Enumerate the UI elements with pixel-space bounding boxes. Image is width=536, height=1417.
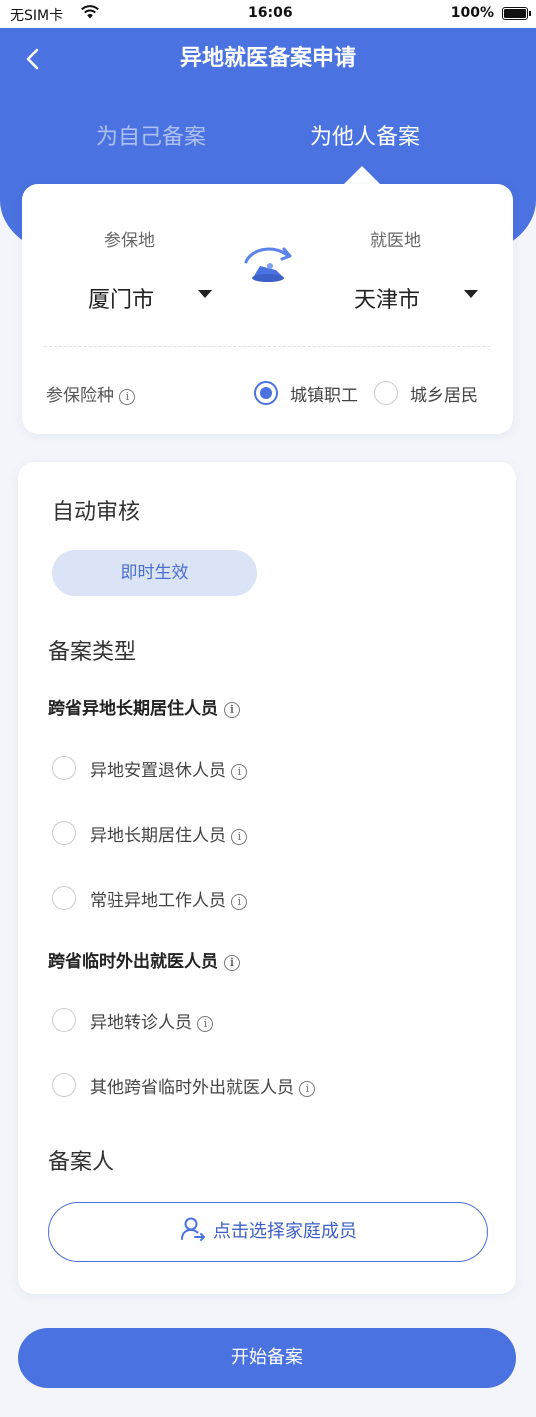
group-title-temporary: 跨省临时外出就医人员 i (48, 947, 240, 972)
select-family-member-button[interactable]: 点击选择家庭成员 (48, 1202, 488, 1262)
treatment-place-label: 就医地 (370, 231, 421, 251)
caret-down-icon[interactable] (198, 290, 212, 298)
option-referral-patients[interactable]: 异地转诊人员 i (90, 1008, 214, 1033)
info-icon[interactable]: i (197, 1016, 214, 1032)
info-icon[interactable]: i (299, 1081, 316, 1097)
filer-title: 备案人 (48, 1150, 115, 1175)
radio-urban-employee[interactable] (254, 381, 278, 405)
filing-type-title: 备案类型 (48, 640, 137, 665)
person-add-icon (181, 1217, 205, 1241)
page-title: 异地就医备案申请 (179, 46, 356, 71)
option-resettled-retirees[interactable]: 异地安置退休人员 i (90, 756, 248, 781)
radio-option[interactable] (52, 1008, 76, 1032)
urban-rural-resident-label[interactable]: 城乡居民 (410, 381, 478, 406)
option-resident-workers[interactable]: 常驻异地工作人员 i (90, 886, 248, 911)
auto-review-title: 自动审核 (52, 500, 141, 525)
option-long-term-residents[interactable]: 异地长期居住人员 i (90, 821, 248, 846)
radio-urban-rural-resident[interactable] (374, 381, 398, 405)
active-tab-pointer (342, 166, 382, 186)
urban-employee-label[interactable]: 城镇职工 (290, 381, 358, 406)
wifi-icon (81, 5, 99, 19)
radio-option[interactable] (52, 756, 76, 780)
status-bar: 无SIM卡 16:06 100% (0, 0, 536, 28)
radio-option[interactable] (52, 821, 76, 845)
battery-icon (502, 7, 531, 20)
treatment-place-select[interactable]: 天津市 (354, 282, 420, 314)
instant-effect-badge: 即时生效 (52, 550, 257, 596)
battery-percent: 100% (450, 5, 494, 21)
info-icon[interactable]: i (231, 764, 248, 780)
option-other-temporary[interactable]: 其他跨省临时外出就医人员 i (90, 1073, 316, 1098)
info-icon[interactable]: i (231, 829, 248, 845)
insured-place-select[interactable]: 厦门市 (88, 282, 154, 314)
info-icon[interactable]: i (223, 955, 240, 971)
radio-option[interactable] (52, 886, 76, 910)
info-icon[interactable]: i (223, 702, 240, 718)
group-title-long-term: 跨省异地长期居住人员 i (48, 694, 240, 719)
carrier-label: 无SIM卡 (10, 8, 64, 24)
tab-self-filing[interactable]: 为自己备案 (96, 122, 206, 154)
insured-place-label: 参保地 (104, 231, 155, 251)
location-card: 参保地 就医地 厦门市 天津市 参保险种 i 城镇职工 城乡居民 (22, 184, 513, 434)
start-filing-button[interactable]: 开始备案 (18, 1328, 516, 1388)
info-icon[interactable]: i (231, 894, 248, 910)
filing-details-card: 自动审核 即时生效 备案类型 跨省异地长期居住人员 i 异地安置退休人员 i 异… (18, 462, 516, 1294)
tab-others-filing[interactable]: 为他人备案 (310, 122, 420, 154)
info-icon[interactable]: i (119, 389, 136, 405)
swap-location-icon (244, 247, 292, 282)
divider (44, 346, 490, 347)
caret-down-icon[interactable] (464, 290, 478, 298)
radio-option[interactable] (52, 1073, 76, 1097)
insurance-type-label: 参保险种 i (46, 381, 136, 406)
status-time: 16:06 (248, 5, 293, 21)
